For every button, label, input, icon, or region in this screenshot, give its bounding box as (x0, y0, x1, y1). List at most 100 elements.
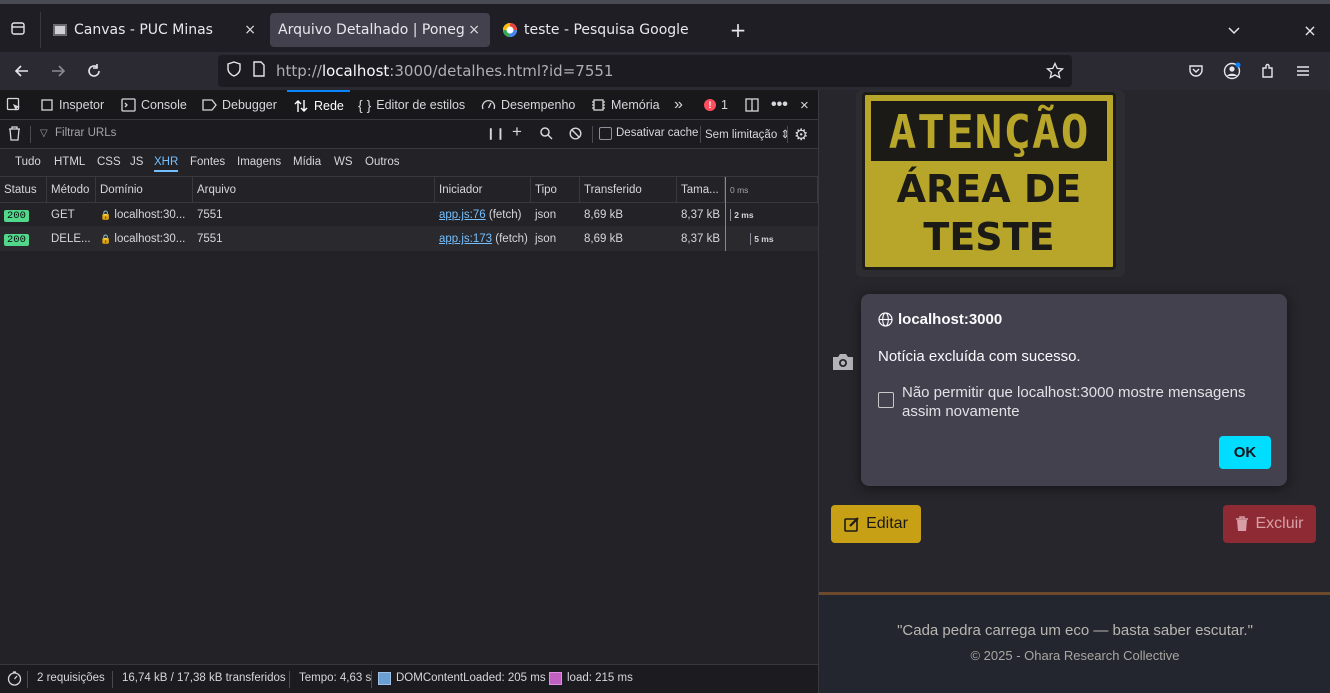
block-icon[interactable] (569, 127, 582, 143)
trash-icon[interactable] (8, 126, 21, 144)
waterfall-cell: 2 ms (725, 203, 818, 227)
close-icon[interactable]: × (244, 22, 256, 38)
filter-fontes[interactable]: Fontes (190, 156, 225, 168)
filter-outros[interactable]: Outros (365, 156, 400, 168)
column-waterfall[interactable]: 0 ms (725, 177, 818, 203)
suppress-dialogs-checkbox[interactable] (878, 392, 894, 408)
column-metodo[interactable]: Método (47, 177, 96, 203)
initiator-text: (fetch) (485, 209, 522, 221)
reload-icon[interactable] (82, 59, 106, 83)
tab-debugger[interactable]: Debugger (202, 90, 277, 120)
file-cell: 7551 (197, 209, 223, 221)
divider (371, 671, 372, 688)
domain-cell: 🔒 localhost:30... (96, 203, 193, 227)
disable-cache-checkbox[interactable] (599, 127, 612, 140)
footer-quote: "Cada pedra carrega um eco — basta saber… (897, 622, 1253, 639)
column-dominio[interactable]: Domínio (96, 177, 193, 203)
divider (40, 12, 41, 48)
column-iniciador[interactable]: Iniciador (435, 177, 531, 203)
table-row[interactable]: 200 GET 🔒 localhost:30... 7551 app.js:76… (0, 203, 818, 227)
filter-tudo[interactable]: Tudo (15, 156, 41, 168)
url-host: localhost (321, 62, 390, 80)
memory-icon (592, 99, 605, 111)
filter-html[interactable]: HTML (54, 156, 85, 168)
initiator-link[interactable]: app.js:173 (439, 233, 492, 245)
request-count: 2 requisições (37, 672, 105, 684)
chevron-down-icon[interactable] (1222, 18, 1246, 42)
tab-label: Memória (611, 98, 660, 112)
method-cell: DELE... (51, 233, 91, 245)
more-tabs-icon[interactable]: » (674, 90, 683, 120)
pocket-icon[interactable] (1184, 59, 1208, 83)
window-close-icon[interactable]: × (1298, 18, 1322, 42)
globe-icon (878, 312, 893, 327)
filter-js[interactable]: JS (130, 156, 143, 168)
console-icon (121, 98, 136, 112)
page-icon[interactable] (252, 61, 266, 81)
tab-google-search[interactable]: teste - Pesquisa Google (494, 13, 716, 47)
filter-urls-input[interactable]: Filtrar URLs (55, 127, 116, 139)
throttle-select[interactable]: Sem limitação ⇕ (705, 127, 790, 141)
column-transferido[interactable]: Transferido (580, 177, 677, 203)
url-bar[interactable]: http://localhost:3000/detalhes.html?id=7… (218, 55, 1072, 87)
page-footer: "Cada pedra carrega um eco — basta saber… (819, 592, 1330, 693)
filter-midia[interactable]: Mídia (293, 156, 321, 168)
column-tipo[interactable]: Tipo (531, 177, 580, 203)
menu-icon[interactable] (1291, 59, 1315, 83)
performance-analysis-icon[interactable] (7, 671, 22, 689)
initiator-cell: app.js:76 (fetch) (435, 203, 531, 227)
trash-icon (1236, 516, 1249, 531)
tab-editor-de-estilos[interactable]: { } Editor de estilos (358, 90, 465, 120)
extensions-icon[interactable] (1256, 59, 1280, 83)
delete-button[interactable]: Excluir (1223, 505, 1316, 543)
devtools-close-icon[interactable]: × (800, 90, 809, 120)
close-icon[interactable]: × (468, 22, 480, 38)
tab-arquivo-detalhado[interactable]: Arquivo Detalhado | Poneglyph × (270, 13, 490, 47)
column-status[interactable]: Status (0, 177, 47, 203)
tab-rede[interactable]: Rede (287, 90, 350, 120)
timing-bar (750, 232, 751, 245)
initiator-text: (fetch) (492, 233, 528, 245)
alert-dialog: localhost:3000 Notícia excluída com suce… (861, 294, 1287, 486)
back-arrow-icon[interactable] (10, 59, 34, 83)
table-row[interactable]: 200 DELE... 🔒 localhost:30... 7551 app.j… (0, 227, 818, 251)
shield-icon[interactable] (226, 61, 242, 81)
debugger-icon (202, 99, 217, 111)
tab-canvas[interactable]: Canvas - PUC Minas × (44, 13, 266, 47)
dock-icon[interactable] (745, 90, 759, 120)
edit-button[interactable]: Editar (831, 505, 921, 543)
timing-label: 5 ms (754, 234, 774, 244)
bookmark-star-icon[interactable] (1045, 61, 1065, 84)
column-tamanho[interactable]: Tama... (677, 177, 725, 203)
filter-imagens[interactable]: Imagens (237, 156, 281, 168)
transferred-total: 16,74 kB / 17,38 kB transferidos (122, 672, 286, 684)
tab-memoria[interactable]: Memória (591, 90, 660, 120)
add-request-icon[interactable]: + (512, 122, 522, 142)
column-arquivo[interactable]: Arquivo (193, 177, 435, 203)
pause-icon[interactable]: ❙❙ (486, 126, 505, 140)
filter-ws[interactable]: WS (334, 156, 353, 168)
error-icon: ! (704, 99, 716, 111)
file-cell: 7551 (197, 233, 223, 245)
account-icon[interactable] (1220, 59, 1244, 83)
tab-console[interactable]: Console (121, 90, 187, 120)
initiator-link[interactable]: app.js:76 (439, 209, 486, 221)
more-options-icon[interactable]: ••• (771, 90, 788, 120)
gear-icon[interactable]: ⚙ (794, 125, 808, 145)
article-image: ATENÇÃO ÁREA DE TESTE (856, 90, 1125, 277)
error-indicator[interactable]: ! 1 (704, 90, 728, 120)
suppress-dialogs-label[interactable]: Não permitir que localhost:3000 mostre m… (902, 383, 1272, 421)
new-tab-button[interactable]: + (726, 18, 750, 42)
error-count: 1 (721, 98, 728, 112)
filter-xhr[interactable]: XHR (154, 156, 179, 172)
tab-inspetor[interactable]: Inspetor (40, 90, 104, 120)
tab-label: Rede (314, 99, 344, 113)
search-icon[interactable] (540, 127, 553, 143)
filter-css[interactable]: CSS (97, 156, 121, 168)
tab-desempenho[interactable]: Desempenho (481, 90, 575, 120)
ok-button[interactable]: OK (1219, 436, 1271, 469)
tab-label: Editor de estilos (376, 98, 466, 112)
tab-overview-icon[interactable] (6, 16, 30, 40)
element-picker-icon[interactable] (6, 90, 22, 120)
forward-arrow-icon[interactable] (46, 59, 70, 83)
